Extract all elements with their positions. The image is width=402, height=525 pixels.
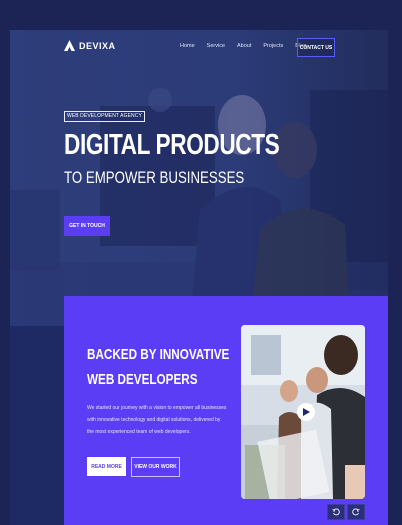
view-our-work-button[interactable]: VIEW OUR WORK — [131, 457, 180, 477]
about-section: BACKED BY INNOVATIVE WEB DEVELOPERS We s… — [64, 296, 388, 525]
nav-item-about[interactable]: About — [237, 43, 251, 49]
team-photo — [241, 325, 365, 499]
hero-tag: WEB DEVELOPMENT AGENCY — [64, 111, 145, 122]
rotate-right-icon — [352, 508, 360, 516]
slider-controls — [327, 504, 365, 520]
contact-us-button[interactable]: CONTACT US — [297, 38, 335, 57]
hero-subtitle: TO EMPOWER BUSINESSES — [64, 168, 245, 187]
read-more-button[interactable]: READ MORE — [87, 457, 126, 476]
nav-item-projects[interactable]: Projects — [263, 43, 283, 49]
brand-logo[interactable]: DEVIXA — [64, 40, 116, 51]
top-nav: DEVIXA Home Service About Projects Blog … — [10, 30, 388, 64]
about-description: We started our journey with a vision to … — [87, 405, 227, 435]
brand-name: DEVIXA — [79, 40, 116, 51]
about-title-line1: BACKED BY INNOVATIVE — [87, 346, 230, 363]
play-video-button[interactable] — [297, 403, 315, 421]
nav-item-home[interactable]: Home — [180, 43, 195, 49]
play-icon — [302, 408, 310, 416]
nav-item-service[interactable]: Service — [207, 43, 225, 49]
rotate-left-icon — [332, 508, 340, 516]
triangle-logo-icon — [64, 40, 75, 51]
get-in-touch-button[interactable]: GET IN TOUCH — [64, 216, 110, 236]
page-frame: DEVIXA Home Service About Projects Blog … — [10, 30, 388, 525]
next-slide-button[interactable] — [347, 504, 365, 520]
prev-slide-button[interactable] — [327, 504, 345, 520]
about-title-line2: WEB DEVELOPERS — [87, 371, 198, 388]
hero-section: DEVIXA Home Service About Projects Blog … — [10, 30, 388, 326]
hero-title: DIGITAL PRODUCTS — [64, 129, 280, 161]
